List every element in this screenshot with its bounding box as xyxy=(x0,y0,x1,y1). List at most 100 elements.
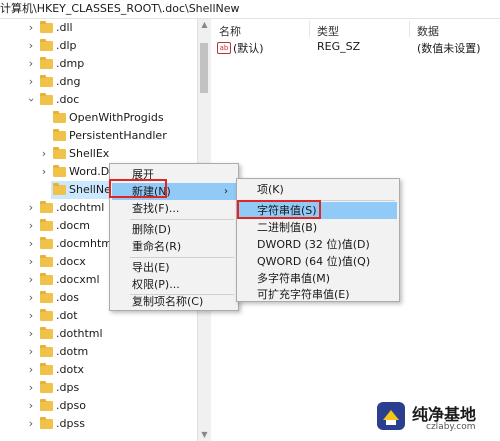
column-header-type[interactable]: 类型 xyxy=(317,23,339,39)
tree-item-label: .dmp xyxy=(56,57,85,70)
tree-item-label: .dochtml xyxy=(56,201,105,214)
string-value-icon: ab xyxy=(217,42,231,54)
tree-item[interactable]: › .dotx xyxy=(0,361,197,379)
submenu-item-expandable-string-value[interactable]: 可扩充字符串值(E) xyxy=(257,286,350,303)
menu-item-copy-key-name[interactable]: 复制项名称(C) xyxy=(132,293,203,310)
tree-item[interactable]: › .dmp xyxy=(0,55,197,73)
chevron-right-icon[interactable]: › xyxy=(26,73,36,91)
folder-icon xyxy=(40,219,53,231)
folder-icon xyxy=(40,201,53,213)
address-bar[interactable]: 计算机\HKEY_CLASSES_ROOT\.doc\ShellNew xyxy=(0,0,500,19)
chevron-right-icon[interactable]: › xyxy=(26,343,36,361)
menu-item-export[interactable]: 导出(E) xyxy=(132,259,170,276)
column-divider[interactable] xyxy=(409,21,410,37)
folder-icon xyxy=(40,291,53,303)
chevron-right-icon[interactable]: › xyxy=(26,289,36,307)
tree-item[interactable]: › .dpss xyxy=(0,415,197,433)
tree-item-label: .docmhtml xyxy=(56,237,116,250)
submenu-item-binary-value[interactable]: 二进制值(B) xyxy=(257,219,317,236)
tree-item-label: .docm xyxy=(56,219,90,232)
chevron-right-icon[interactable]: › xyxy=(26,271,36,289)
tree-item-label: .dotx xyxy=(56,363,85,376)
folder-icon xyxy=(53,147,66,159)
chevron-right-icon[interactable]: › xyxy=(26,37,36,55)
chevron-right-icon[interactable]: › xyxy=(39,145,49,163)
chevron-right-icon[interactable]: › xyxy=(26,235,36,253)
tree-item[interactable]: › .dll xyxy=(0,19,197,37)
tree-item-label: .dll xyxy=(56,21,73,34)
tree-item[interactable]: › .dps xyxy=(0,379,197,397)
submenu-new[interactable]: 项(K) 字符串值(S) 二进制值(B) DWORD (32 位)值(D) QW… xyxy=(236,178,400,302)
folder-icon xyxy=(40,75,53,87)
submenu-arrow-icon: › xyxy=(224,186,228,197)
submenu-item-key[interactable]: 项(K) xyxy=(257,181,284,198)
value-name: (默认) xyxy=(233,42,264,55)
chevron-right-icon[interactable]: › xyxy=(26,217,36,235)
chevron-right-icon[interactable]: › xyxy=(26,361,36,379)
chevron-right-icon[interactable]: › xyxy=(26,397,36,415)
watermark-url: czlaby.com xyxy=(426,422,476,432)
annotation-box-new xyxy=(109,179,167,198)
tree-item[interactable]: › .doc xyxy=(0,91,197,109)
tree-item[interactable]: › ShellEx xyxy=(0,145,197,163)
submenu-item-dword-value[interactable]: DWORD (32 位)值(D) xyxy=(257,236,370,253)
folder-icon xyxy=(53,129,66,141)
menu-separator xyxy=(130,219,234,220)
tree-item-label: .dotm xyxy=(56,345,89,358)
tree-item[interactable]: › .dng xyxy=(0,73,197,91)
folder-icon xyxy=(53,111,66,123)
chevron-down-icon[interactable]: › xyxy=(22,95,40,105)
submenu-item-multi-string-value[interactable]: 多字符串值(M) xyxy=(257,270,330,287)
menu-item-find[interactable]: 查找(F)... xyxy=(132,200,179,217)
chevron-right-icon[interactable]: › xyxy=(26,325,36,343)
column-header-data[interactable]: 数据 xyxy=(417,23,439,39)
folder-icon xyxy=(40,417,53,429)
tree-item-label: .dothtml xyxy=(56,327,103,340)
menu-item-rename[interactable]: 重命名(R) xyxy=(132,238,181,255)
annotation-box-string-value xyxy=(237,200,321,219)
folder-icon xyxy=(40,237,53,249)
tree-item[interactable]: › .dpso xyxy=(0,397,197,415)
chevron-right-icon[interactable]: › xyxy=(26,379,36,397)
chevron-right-icon[interactable]: › xyxy=(26,415,36,433)
folder-icon xyxy=(40,255,53,267)
chevron-right-icon[interactable]: › xyxy=(26,55,36,73)
submenu-item-qword-value[interactable]: QWORD (64 位)值(Q) xyxy=(257,253,370,270)
tree-item-label: OpenWithProgids xyxy=(69,111,164,124)
chevron-right-icon[interactable]: › xyxy=(39,163,49,181)
scrollbar-thumb[interactable] xyxy=(200,43,208,93)
chevron-right-icon[interactable]: › xyxy=(26,253,36,271)
column-divider[interactable] xyxy=(309,21,310,37)
folder-icon xyxy=(40,273,53,285)
tree-item[interactable]: OpenWithProgids xyxy=(0,109,197,127)
folder-icon xyxy=(40,39,53,51)
folder-icon xyxy=(40,399,53,411)
tree-item-label: .dps xyxy=(56,381,80,394)
address-path: 计算机\HKEY_CLASSES_ROOT\.doc\ShellNew xyxy=(0,2,240,15)
folder-open-icon xyxy=(40,93,53,105)
folder-icon xyxy=(40,309,53,321)
tree-item-label: .docxml xyxy=(56,273,100,286)
tree-item[interactable]: › .dotm xyxy=(0,343,197,361)
chevron-right-icon[interactable]: › xyxy=(26,199,36,217)
tree-item[interactable]: › .dothtml xyxy=(0,325,197,343)
scroll-down-icon[interactable]: ▼ xyxy=(198,429,211,441)
value-data: (数值未设置) xyxy=(417,42,481,55)
menu-item-permissions[interactable]: 权限(P)... xyxy=(132,276,180,293)
tree-item-label: .dot xyxy=(56,309,78,322)
chevron-right-icon[interactable]: › xyxy=(26,19,36,37)
folder-icon xyxy=(40,381,53,393)
menu-item-delete[interactable]: 删除(D) xyxy=(132,221,171,238)
tree-item-label: PersistentHandler xyxy=(69,129,167,142)
tree-item-label: ShellEx xyxy=(69,147,110,160)
tree-item[interactable]: › .dlp xyxy=(0,37,197,55)
tree-item-label: .docx xyxy=(56,255,86,268)
folder-icon xyxy=(40,57,53,69)
scroll-up-icon[interactable]: ▲ xyxy=(198,19,211,31)
tree-item-label: .dlp xyxy=(56,39,77,52)
chevron-right-icon[interactable]: › xyxy=(26,307,36,325)
column-header-name[interactable]: 名称 xyxy=(219,23,241,39)
tree-item-label: .doc xyxy=(56,93,80,106)
tree-item[interactable]: PersistentHandler xyxy=(0,127,197,145)
folder-icon xyxy=(40,21,53,33)
